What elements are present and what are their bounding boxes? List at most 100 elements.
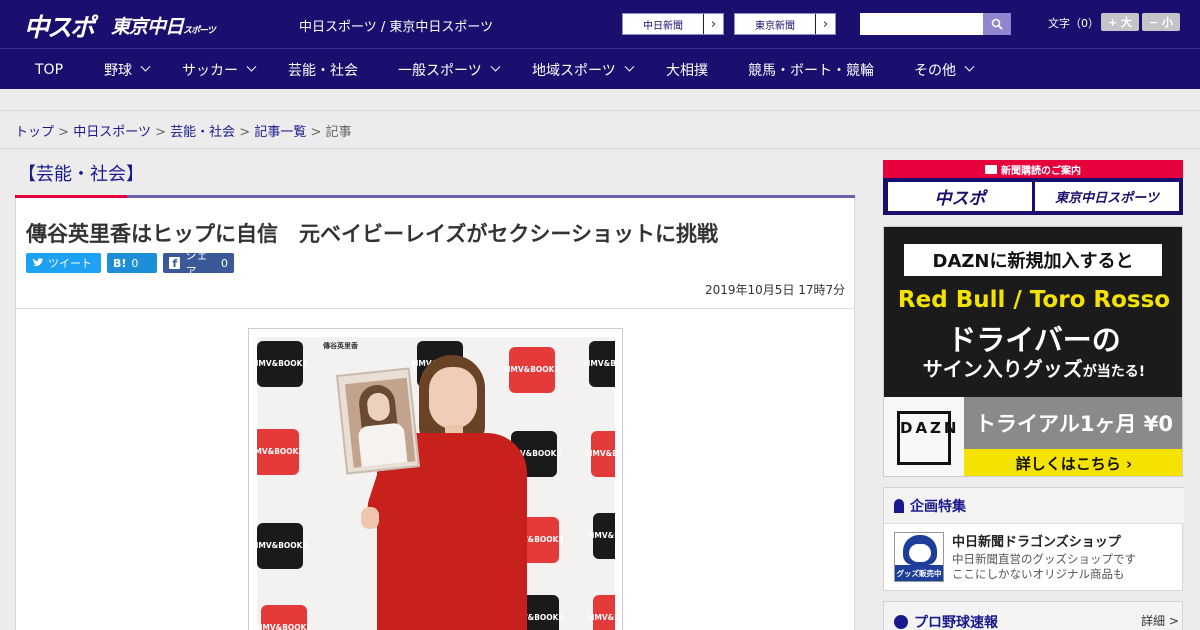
- nav-item-sumo[interactable]: 大相撲: [666, 49, 708, 90]
- nav-label: 大相撲: [666, 62, 708, 79]
- hmv-books-text: HMV: [257, 540, 272, 550]
- nav-label: 地域スポーツ: [532, 62, 616, 79]
- publish-date: 2019年10月5日 17時7分: [705, 283, 846, 297]
- facebook-icon: f: [169, 257, 181, 270]
- breadcrumb-link-article-list[interactable]: 記事一覧: [254, 125, 306, 140]
- tokyo-shimbun-label: 東京新聞: [755, 20, 795, 32]
- breadcrumb-current: 記事: [325, 125, 352, 140]
- nav-label: 野球: [104, 62, 132, 79]
- baseball-details-link[interactable]: 詳細 >: [1141, 612, 1179, 629]
- sub-strip: [0, 89, 1200, 111]
- ad-trial-offer: トライアル1ヶ月 ¥0: [964, 397, 1182, 449]
- nav-item-other[interactable]: その他: [914, 49, 975, 90]
- search-button[interactable]: [983, 13, 1011, 35]
- nav-label: 芸能・社会: [288, 62, 358, 79]
- feature-heading: 企画特集: [884, 488, 1184, 524]
- hmv-books-text: BOOKS: [534, 612, 564, 622]
- subscribe-tokyo-chunichi-button[interactable]: 東京中日スポーツ: [1035, 182, 1179, 211]
- goods-sale-tag: グッズ販売中: [895, 565, 943, 581]
- hmv-books-text: HMV: [586, 448, 606, 458]
- font-smaller-button[interactable]: − 小: [1142, 13, 1180, 31]
- search-input[interactable]: [860, 13, 983, 35]
- twitter-bird-icon: [32, 258, 44, 266]
- hmv-books-text: BOOKS: [530, 364, 560, 374]
- tokyo-shimbun-button[interactable]: 東京新聞 ›: [734, 13, 836, 35]
- hmv-books-logo: HMV&BOOKS: [588, 513, 615, 559]
- nav-item-baseball[interactable]: 野球: [104, 49, 151, 90]
- subscription-banner: 新聞購読のご案内 中スポ 東京中日スポーツ: [883, 160, 1183, 215]
- hmv-books-text: HMV: [257, 622, 276, 630]
- nav-item-racing[interactable]: 競馬・ボート・競輪: [748, 49, 874, 90]
- hmv-books-text: HMV: [588, 530, 608, 540]
- search-icon: [991, 18, 1003, 30]
- chevron-down-icon: [964, 61, 975, 72]
- site-title-link[interactable]: 中日スポーツ / 東京中日スポーツ: [299, 16, 493, 35]
- tweet-label: ツイート: [48, 257, 92, 270]
- ad-more-button[interactable]: 詳しくはこちら ›: [964, 449, 1182, 476]
- nav-item-entertainment[interactable]: 芸能・社会: [288, 49, 358, 90]
- article-category: 【芸能・社会】: [18, 164, 144, 185]
- hmv-books-logo: HMV&BOOKS: [257, 523, 308, 569]
- breadcrumb-separator: >: [239, 125, 251, 140]
- font-size-label: 文字（0）: [1048, 17, 1099, 30]
- photobook-cover-body: [357, 422, 408, 467]
- nav-item-general-sports[interactable]: 一般スポーツ: [398, 49, 501, 90]
- baseball-heading: プロ野球速報: [894, 612, 998, 630]
- hmv-books-text: BOOKS: [282, 622, 312, 630]
- subscribe-chuspo-button[interactable]: 中スポ: [888, 182, 1032, 211]
- breadcrumb-separator: >: [58, 125, 70, 140]
- newspaper-icon: [985, 164, 997, 174]
- article-photo[interactable]: HMV&BOOKS HMV&BOOKS HMV&BOOKS HMV&BOOKS …: [257, 337, 615, 630]
- ad-line2: サイン入りグッズが当たる!: [884, 353, 1182, 382]
- feature-box: 企画特集 グッズ販売中 中日新聞ドラゴンズショップ 中日新聞直営のグッズショップ…: [883, 487, 1184, 591]
- tweet-button[interactable]: ツイート: [26, 253, 101, 273]
- breadcrumb-separator: >: [155, 125, 166, 140]
- dragons-shop-link[interactable]: 中日新聞ドラゴンズショップ: [952, 531, 1121, 550]
- hmv-books-text: BOOKS: [614, 531, 615, 541]
- divider: [0, 148, 1200, 149]
- breadcrumb: トップ > 中日スポーツ > 芸能・社会 > 記事一覧 > 記事: [15, 121, 352, 140]
- site-header: 中スポ 東京中日スポーツ 中日スポーツ / 東京中日スポーツ 中日新聞 › 東京…: [0, 0, 1200, 48]
- dazn-ad-banner[interactable]: DAZNに新規加入すると Red Bull / Toro Rosso ドライバー…: [883, 226, 1183, 477]
- nav-item-regional-sports[interactable]: 地域スポーツ: [532, 49, 635, 90]
- breadcrumb-link-entertainment[interactable]: 芸能・社会: [170, 125, 235, 140]
- main-nav: TOP 野球 サッカー 芸能・社会 一般スポーツ 地域スポーツ 大相撲 競馬・ボ…: [0, 48, 1200, 89]
- hmv-books-logo: HMV&BOOKS: [586, 431, 615, 477]
- breadcrumb-link-chunichi-sports[interactable]: 中日スポーツ: [73, 125, 151, 140]
- hatena-bookmark-button[interactable]: B! 0: [107, 253, 157, 273]
- person-face: [429, 367, 477, 429]
- hmv-books-text: BOOKS: [534, 534, 564, 544]
- facebook-count: 0: [221, 256, 228, 270]
- chunichi-shimbun-button[interactable]: 中日新聞 ›: [622, 13, 724, 35]
- nav-item-top[interactable]: TOP: [35, 49, 63, 90]
- hmv-books-text: BOOKS: [532, 448, 562, 458]
- facebook-share-label: シェア: [185, 249, 208, 278]
- dragons-shop-description: 中日新聞直営のグッズショップです ここにしかないオリジナル商品も: [952, 552, 1136, 582]
- chevron-right-icon: ›: [703, 14, 723, 34]
- facebook-share-button[interactable]: f シェア 0: [163, 249, 234, 278]
- hmv-books-text: BOOKS: [274, 446, 304, 456]
- breadcrumb-link-top[interactable]: トップ: [15, 125, 54, 140]
- ad-headline: DAZNに新規加入すると: [904, 244, 1162, 276]
- desc-line: 中日新聞直営のグッズショップです: [952, 552, 1136, 566]
- nav-item-soccer[interactable]: サッカー: [182, 49, 257, 90]
- hatena-bookmark-icon: B!: [113, 256, 127, 270]
- chevron-down-icon: [140, 61, 151, 72]
- ad-line2-tail: が当たる!: [1082, 364, 1146, 380]
- chuspo-logo[interactable]: 中スポ: [24, 8, 95, 44]
- baseball-scores-box: プロ野球速報 詳細 >: [883, 601, 1183, 630]
- ad-line2-main: サイン入りグッズ: [922, 357, 1083, 381]
- desc-line: ここにしかないオリジナル商品も: [952, 567, 1125, 581]
- hmv-books-text: HMV: [584, 358, 604, 368]
- tokyo-chunichi-logo[interactable]: 東京中日スポーツ: [111, 12, 216, 39]
- font-bigger-button[interactable]: + 大: [1101, 13, 1139, 31]
- photobook: [335, 367, 421, 475]
- baseball-heading-text: プロ野球速報: [914, 615, 998, 630]
- hmv-books-text: BOOKS: [610, 358, 615, 368]
- mascot-face: [909, 544, 931, 562]
- book-title-board: 傳谷英里香: [323, 342, 358, 350]
- chunichi-shimbun-label: 中日新聞: [643, 20, 683, 32]
- hmv-books-logo: HMV&BOOKS: [584, 341, 615, 387]
- nav-label: 一般スポーツ: [398, 62, 482, 79]
- dragons-shop-thumbnail[interactable]: グッズ販売中: [894, 532, 944, 582]
